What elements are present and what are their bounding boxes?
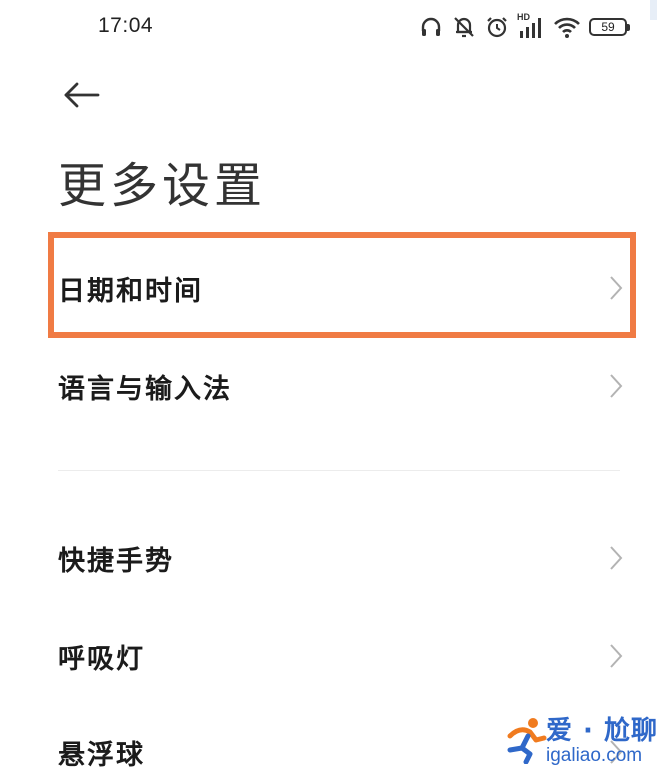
status-time: 17:04 bbox=[98, 14, 154, 37]
settings-item-gestures[interactable]: 快捷手势 bbox=[58, 526, 628, 590]
chevron-right-icon bbox=[610, 276, 623, 300]
chevron-right-icon bbox=[610, 374, 623, 398]
watermark-logo: 爱 · 尬聊 igaliao.com bbox=[500, 708, 657, 779]
settings-item-language-input[interactable]: 语言与输入法 bbox=[58, 354, 628, 418]
wifi-icon bbox=[553, 15, 581, 39]
watermark-url: igaliao.com bbox=[546, 745, 643, 766]
battery-icon: 59 bbox=[589, 18, 630, 36]
chevron-right-icon bbox=[610, 644, 623, 668]
settings-item-label: 呼吸灯 bbox=[58, 643, 145, 675]
settings-item-label: 日期和时间 bbox=[58, 275, 203, 307]
watermark-title: 爱 · 尬聊 bbox=[546, 716, 657, 746]
status-icons: HD 59 bbox=[419, 12, 630, 42]
alarm-icon bbox=[485, 15, 509, 39]
edge-marker bbox=[650, 0, 657, 20]
signal-icon: HD bbox=[517, 12, 545, 40]
muted-bell-icon bbox=[451, 14, 477, 40]
headphones-icon bbox=[419, 15, 443, 39]
runner-logo-icon bbox=[507, 718, 547, 764]
section-divider bbox=[58, 470, 620, 471]
settings-item-notification-light[interactable]: 呼吸灯 bbox=[58, 624, 628, 688]
chevron-right-icon bbox=[610, 546, 623, 570]
back-button[interactable] bbox=[58, 74, 106, 116]
status-bar: 17:04 HD 59 bbox=[0, 0, 657, 56]
back-arrow-icon bbox=[64, 82, 100, 108]
page-title: 更多设置 bbox=[58, 158, 267, 214]
settings-item-label: 快捷手势 bbox=[58, 545, 174, 577]
settings-item-label: 语言与输入法 bbox=[58, 373, 232, 405]
settings-item-date-time[interactable]: 日期和时间 bbox=[58, 256, 628, 320]
settings-item-label: 悬浮球 bbox=[58, 739, 145, 771]
